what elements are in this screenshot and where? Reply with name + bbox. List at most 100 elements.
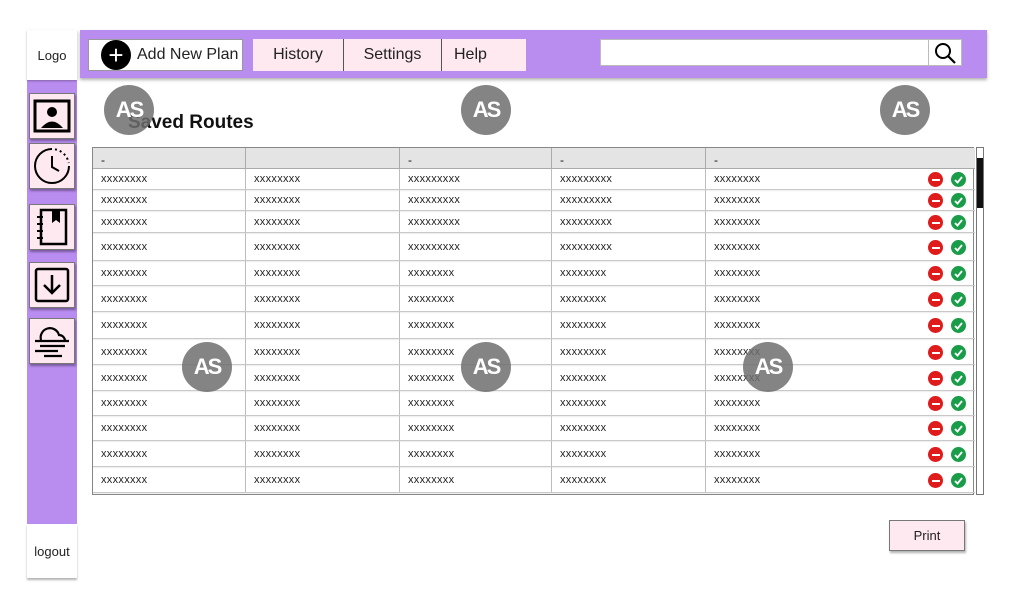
print-button[interactable]: Print bbox=[889, 520, 965, 551]
search-input[interactable] bbox=[600, 39, 930, 66]
table-cell: xxxxxxxx bbox=[246, 261, 400, 285]
minus-circle-icon[interactable] bbox=[928, 473, 943, 488]
table-row[interactable]: xxxxxxxx xxxxxxxx xxxxxxxx xxxxxxxx xxxxxxxx bbox=[93, 416, 975, 441]
table-cell: xxxxxxxx bbox=[552, 286, 706, 311]
table-cell: xxxxxxxxx bbox=[552, 233, 706, 260]
minus-circle-icon[interactable] bbox=[928, 292, 943, 307]
logout-button[interactable]: logout bbox=[27, 524, 77, 578]
watermark-logo: AS bbox=[461, 85, 511, 135]
check-circle-icon[interactable] bbox=[951, 473, 966, 488]
watermark-logo: AS bbox=[743, 342, 793, 392]
nav-history[interactable]: History bbox=[253, 39, 344, 71]
column-header[interactable]: - bbox=[93, 148, 246, 169]
table-cell: xxxxxxxx bbox=[246, 339, 400, 364]
check-circle-icon[interactable] bbox=[951, 292, 966, 307]
sidebar-item-weather[interactable] bbox=[29, 318, 75, 364]
table-row[interactable]: xxxxxxxx xxxxxxxx xxxxxxxx xxxxxxxx xxxxxxxx bbox=[93, 286, 975, 312]
table-cell: xxxxxxxx bbox=[93, 169, 246, 189]
table-cell: xxxxxxxx bbox=[93, 416, 246, 440]
table-cell: xxxxxxxx bbox=[93, 233, 246, 260]
sidebar-item-saved[interactable] bbox=[29, 204, 75, 250]
table-row[interactable]: xxxxxxxx xxxxxxxx xxxxxxxx xxxxxxxx xxxxxxxx bbox=[93, 467, 975, 493]
table-cell: xxxxxxxx bbox=[400, 391, 552, 415]
table-row[interactable]: xxxxxxxx xxxxxxxx xxxxxxxx xxxxxxxx xxxxxxxx bbox=[93, 261, 975, 286]
table-cell: xxxxxxxx bbox=[552, 339, 706, 364]
watermark-logo: AS bbox=[461, 342, 511, 392]
check-circle-icon[interactable] bbox=[951, 266, 966, 281]
table-cell: xxxxxxxx bbox=[246, 233, 400, 260]
sidebar-item-history[interactable] bbox=[29, 143, 75, 189]
table-cell: xxxxxxxx bbox=[400, 416, 552, 440]
minus-circle-icon[interactable] bbox=[928, 240, 943, 255]
add-new-plan-button[interactable]: + Add New Plan bbox=[88, 39, 243, 71]
sidebar-item-download[interactable] bbox=[29, 262, 75, 308]
table-cell: xxxxxxxx bbox=[246, 169, 400, 189]
check-circle-icon[interactable] bbox=[951, 345, 966, 360]
table-cell: xxxxxxxxx bbox=[400, 190, 552, 210]
table-cell: xxxxxxxx bbox=[246, 286, 400, 311]
table-row[interactable]: xxxxxxxx xxxxxxxx xxxxxxxx xxxxxxxx xxxxxxxx bbox=[93, 441, 975, 467]
clock-history-icon bbox=[34, 148, 70, 184]
watermark-logo: AS bbox=[182, 342, 232, 392]
table-cell: xxxxxxxx bbox=[93, 211, 246, 232]
table-scrollbar[interactable] bbox=[976, 147, 984, 495]
table-row[interactable]: xxxxxxxx xxxxxxxx xxxxxxxx xxxxxxxx xxxxxxxx bbox=[93, 391, 975, 416]
check-circle-icon[interactable] bbox=[951, 215, 966, 230]
table-cell: xxxxxxxx bbox=[93, 286, 246, 311]
table-cell: xxxxxxxx bbox=[400, 467, 552, 492]
sidebar: Logo logout bbox=[27, 30, 77, 578]
check-circle-icon[interactable] bbox=[951, 172, 966, 187]
table-header: - - - - bbox=[93, 148, 975, 169]
table-row[interactable]: xxxxxxxx xxxxxxxx xxxxxxxx xxxxxxxx xxxxxxxx bbox=[93, 312, 975, 339]
table-row[interactable]: xxxxxxxx xxxxxxxx xxxxxxxxx xxxxxxxxx xxxxxx… bbox=[93, 233, 975, 261]
minus-circle-icon[interactable] bbox=[928, 318, 943, 333]
table-cell: xxxxxxxx bbox=[552, 391, 706, 415]
check-circle-icon[interactable] bbox=[951, 193, 966, 208]
check-circle-icon[interactable] bbox=[951, 396, 966, 411]
table-cell: xxxxxxxx bbox=[246, 391, 400, 415]
column-header[interactable]: - bbox=[400, 148, 552, 169]
minus-circle-icon[interactable] bbox=[928, 345, 943, 360]
table-cell: xxxxxxxxx bbox=[552, 190, 706, 210]
check-circle-icon[interactable] bbox=[951, 318, 966, 333]
add-new-plan-label: Add New Plan bbox=[137, 46, 239, 63]
minus-circle-icon[interactable] bbox=[928, 396, 943, 411]
table-cell: xxxxxxxx bbox=[400, 261, 552, 285]
column-header[interactable] bbox=[246, 148, 400, 169]
check-circle-icon[interactable] bbox=[951, 447, 966, 462]
minus-circle-icon[interactable] bbox=[928, 193, 943, 208]
minus-circle-icon[interactable] bbox=[928, 215, 943, 230]
table-row[interactable]: xxxxxxxx xxxxxxxx xxxxxxxxx xxxxxxxxx xxxxxx… bbox=[93, 169, 975, 190]
logo: Logo bbox=[27, 30, 77, 80]
table-cell: xxxxxxxx bbox=[552, 312, 706, 338]
table-cell: xxxxxxxx bbox=[93, 391, 246, 415]
sidebar-item-contacts[interactable] bbox=[29, 93, 75, 139]
nav-help[interactable]: Help bbox=[442, 39, 512, 71]
table-cell: xxxxxxxxx bbox=[400, 211, 552, 232]
check-circle-icon[interactable] bbox=[951, 240, 966, 255]
search-button[interactable] bbox=[928, 39, 962, 66]
table-cell: xxxxxxxx bbox=[552, 365, 706, 390]
watermark-logo: AS bbox=[104, 85, 154, 135]
column-header[interactable]: - bbox=[552, 148, 706, 169]
check-circle-icon[interactable] bbox=[951, 371, 966, 386]
minus-circle-icon[interactable] bbox=[928, 172, 943, 187]
nav-settings[interactable]: Settings bbox=[344, 39, 442, 71]
table-cell: xxxxxxxx bbox=[246, 416, 400, 440]
plus-icon: + bbox=[101, 40, 131, 70]
minus-circle-icon[interactable] bbox=[928, 371, 943, 386]
search-icon bbox=[935, 42, 956, 64]
scrollbar-thumb[interactable] bbox=[977, 158, 983, 208]
table-cell: xxxxxxxx bbox=[93, 441, 246, 466]
top-nav: History Settings Help bbox=[253, 39, 526, 71]
table-cell: xxxxxxxx bbox=[400, 441, 552, 466]
bookmark-notebook-icon bbox=[37, 208, 68, 246]
table-row[interactable]: xxxxxxxx xxxxxxxx xxxxxxxxx xxxxxxxxx xxxxxx… bbox=[93, 190, 975, 211]
check-circle-icon[interactable] bbox=[951, 421, 966, 436]
table-row[interactable]: xxxxxxxx xxxxxxxx xxxxxxxxx xxxxxxxxx xxxxxx… bbox=[93, 211, 975, 233]
column-header[interactable]: - bbox=[706, 148, 975, 169]
table-cell: xxxxxxxxx bbox=[400, 233, 552, 260]
minus-circle-icon[interactable] bbox=[928, 266, 943, 281]
minus-circle-icon[interactable] bbox=[928, 421, 943, 436]
minus-circle-icon[interactable] bbox=[928, 447, 943, 462]
